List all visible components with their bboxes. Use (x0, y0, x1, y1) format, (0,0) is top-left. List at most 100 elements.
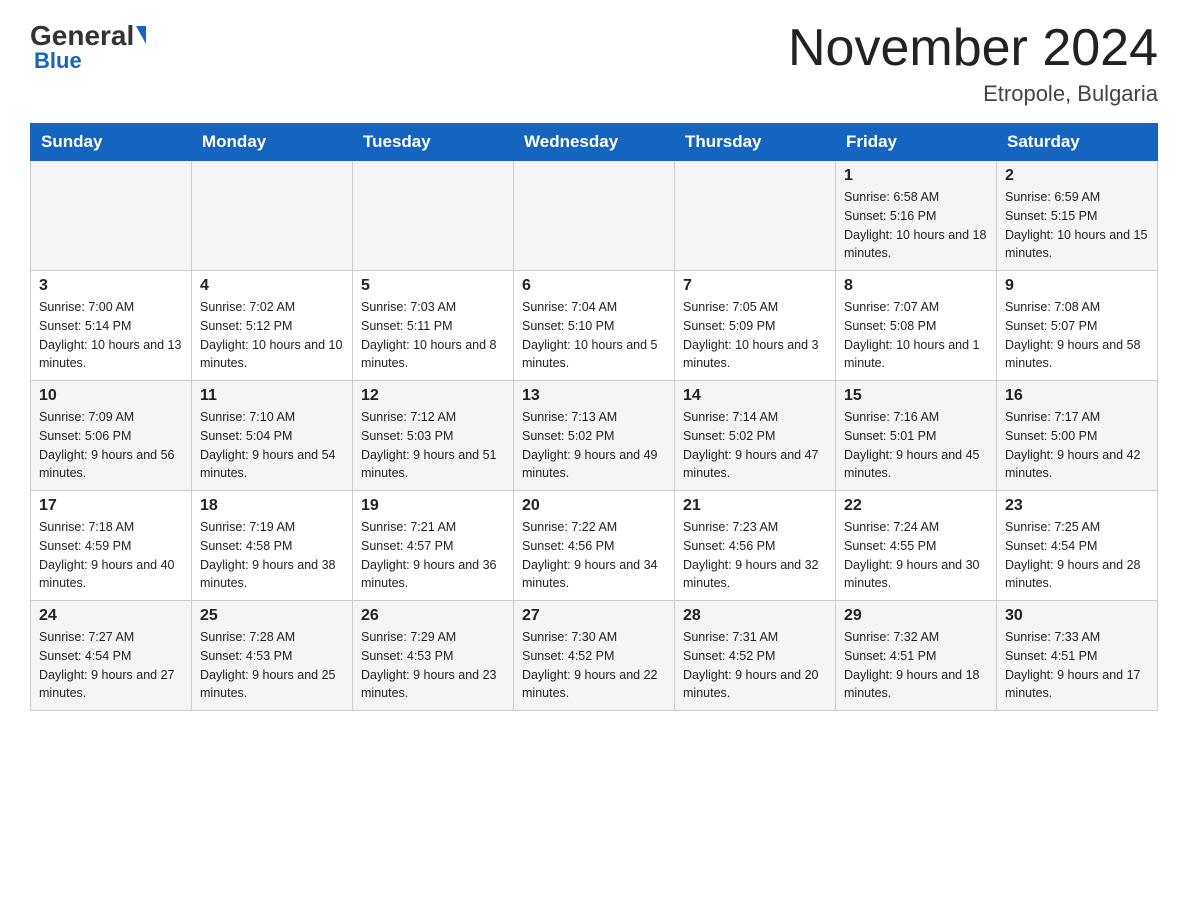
day-info: Sunrise: 7:00 AMSunset: 5:14 PMDaylight:… (39, 298, 183, 373)
day-number: 27 (522, 607, 666, 625)
calendar-cell: 7 Sunrise: 7:05 AMSunset: 5:09 PMDaylight… (675, 271, 836, 381)
day-info: Sunrise: 7:33 AMSunset: 4:51 PMDaylight:… (1005, 628, 1149, 703)
day-number: 21 (683, 497, 827, 515)
day-info: Sunrise: 7:12 AMSunset: 5:03 PMDaylight:… (361, 408, 505, 483)
calendar-cell: 15 Sunrise: 7:16 AMSunset: 5:01 PMDayligh… (836, 381, 997, 491)
day-number: 13 (522, 387, 666, 405)
day-number: 6 (522, 277, 666, 295)
calendar-cell: 10 Sunrise: 7:09 AMSunset: 5:06 PMDayligh… (31, 381, 192, 491)
calendar-cell (675, 161, 836, 271)
day-info: Sunrise: 7:32 AMSunset: 4:51 PMDaylight:… (844, 628, 988, 703)
weekday-header: Monday (192, 124, 353, 161)
day-info: Sunrise: 7:07 AMSunset: 5:08 PMDaylight:… (844, 298, 988, 373)
title-block: November 2024 Etropole, Bulgaria (788, 20, 1158, 107)
calendar-week-row: 17 Sunrise: 7:18 AMSunset: 4:59 PMDayligh… (31, 491, 1158, 601)
calendar-header-row: SundayMondayTuesdayWednesdayThursdayFrid… (31, 124, 1158, 161)
calendar-cell: 23Sunrise: 7:25 AMSunset: 4:54 PMDayligh… (997, 491, 1158, 601)
day-number: 7 (683, 277, 827, 295)
calendar-cell: 1 Sunrise: 6:58 AMSunset: 5:16 PMDaylight… (836, 161, 997, 271)
calendar-week-row: 10 Sunrise: 7:09 AMSunset: 5:06 PMDayligh… (31, 381, 1158, 491)
logo: General Blue (30, 20, 146, 74)
day-info: Sunrise: 7:02 AMSunset: 5:12 PMDaylight:… (200, 298, 344, 373)
logo-triangle-icon (136, 26, 146, 44)
day-number: 1 (844, 167, 988, 185)
day-info: Sunrise: 7:21 AMSunset: 4:57 PMDaylight:… (361, 518, 505, 593)
calendar-cell (31, 161, 192, 271)
day-info: Sunrise: 6:58 AMSunset: 5:16 PMDaylight:… (844, 188, 988, 263)
calendar-cell: 11Sunrise: 7:10 AMSunset: 5:04 PMDayligh… (192, 381, 353, 491)
day-info: Sunrise: 7:17 AMSunset: 5:00 PMDaylight:… (1005, 408, 1149, 483)
day-number: 3 (39, 277, 183, 295)
calendar-cell: 2 Sunrise: 6:59 AMSunset: 5:15 PMDaylight… (997, 161, 1158, 271)
calendar-cell: 24 Sunrise: 7:27 AMSunset: 4:54 PMDayligh… (31, 601, 192, 711)
day-info: Sunrise: 7:03 AMSunset: 5:11 PMDaylight:… (361, 298, 505, 373)
calendar-cell: 26 Sunrise: 7:29 AMSunset: 4:53 PMDayligh… (353, 601, 514, 711)
calendar-week-row: 1 Sunrise: 6:58 AMSunset: 5:16 PMDaylight… (31, 161, 1158, 271)
day-info: Sunrise: 7:28 AMSunset: 4:53 PMDaylight:… (200, 628, 344, 703)
day-number: 12 (361, 387, 505, 405)
day-info: Sunrise: 7:30 AMSunset: 4:52 PMDaylight:… (522, 628, 666, 703)
day-info: Sunrise: 7:09 AMSunset: 5:06 PMDaylight:… (39, 408, 183, 483)
calendar-cell (192, 161, 353, 271)
day-info: Sunrise: 7:05 AMSunset: 5:09 PMDaylight:… (683, 298, 827, 373)
calendar-cell: 28Sunrise: 7:31 AMSunset: 4:52 PMDayligh… (675, 601, 836, 711)
calendar-cell: 13 Sunrise: 7:13 AMSunset: 5:02 PMDayligh… (514, 381, 675, 491)
day-info: Sunrise: 6:59 AMSunset: 5:15 PMDaylight:… (1005, 188, 1149, 263)
day-number: 24 (39, 607, 183, 625)
calendar-cell: 14Sunrise: 7:14 AMSunset: 5:02 PMDayligh… (675, 381, 836, 491)
calendar-cell: 8 Sunrise: 7:07 AMSunset: 5:08 PMDaylight… (836, 271, 997, 381)
day-info: Sunrise: 7:27 AMSunset: 4:54 PMDaylight:… (39, 628, 183, 703)
day-number: 4 (200, 277, 344, 295)
day-info: Sunrise: 7:24 AMSunset: 4:55 PMDaylight:… (844, 518, 988, 593)
calendar-cell: 16 Sunrise: 7:17 AMSunset: 5:00 PMDayligh… (997, 381, 1158, 491)
day-number: 26 (361, 607, 505, 625)
day-number: 19 (361, 497, 505, 515)
calendar-cell: 9 Sunrise: 7:08 AMSunset: 5:07 PMDaylight… (997, 271, 1158, 381)
weekday-header: Sunday (31, 124, 192, 161)
calendar-cell: 12 Sunrise: 7:12 AMSunset: 5:03 PMDayligh… (353, 381, 514, 491)
calendar-cell (353, 161, 514, 271)
day-number: 8 (844, 277, 988, 295)
weekday-header: Wednesday (514, 124, 675, 161)
calendar-cell: 25Sunrise: 7:28 AMSunset: 4:53 PMDayligh… (192, 601, 353, 711)
weekday-header: Tuesday (353, 124, 514, 161)
calendar-cell: 17 Sunrise: 7:18 AMSunset: 4:59 PMDayligh… (31, 491, 192, 601)
day-info: Sunrise: 7:16 AMSunset: 5:01 PMDaylight:… (844, 408, 988, 483)
day-number: 10 (39, 387, 183, 405)
day-number: 30 (1005, 607, 1149, 625)
calendar-cell: 6Sunrise: 7:04 AMSunset: 5:10 PMDaylight… (514, 271, 675, 381)
day-info: Sunrise: 7:23 AMSunset: 4:56 PMDaylight:… (683, 518, 827, 593)
day-info: Sunrise: 7:22 AMSunset: 4:56 PMDaylight:… (522, 518, 666, 593)
calendar-cell: 29 Sunrise: 7:32 AMSunset: 4:51 PMDayligh… (836, 601, 997, 711)
calendar-cell: 4 Sunrise: 7:02 AMSunset: 5:12 PMDaylight… (192, 271, 353, 381)
day-info: Sunrise: 7:18 AMSunset: 4:59 PMDaylight:… (39, 518, 183, 593)
location-text: Etropole, Bulgaria (788, 81, 1158, 107)
weekday-header: Friday (836, 124, 997, 161)
day-number: 28 (683, 607, 827, 625)
day-number: 18 (200, 497, 344, 515)
day-info: Sunrise: 7:29 AMSunset: 4:53 PMDaylight:… (361, 628, 505, 703)
calendar-cell: 30 Sunrise: 7:33 AMSunset: 4:51 PMDayligh… (997, 601, 1158, 711)
day-number: 29 (844, 607, 988, 625)
day-info: Sunrise: 7:08 AMSunset: 5:07 PMDaylight:… (1005, 298, 1149, 373)
day-number: 20 (522, 497, 666, 515)
day-info: Sunrise: 7:19 AMSunset: 4:58 PMDaylight:… (200, 518, 344, 593)
calendar-table: SundayMondayTuesdayWednesdayThursdayFrid… (30, 123, 1158, 711)
calendar-cell: 21 Sunrise: 7:23 AMSunset: 4:56 PMDayligh… (675, 491, 836, 601)
day-number: 9 (1005, 277, 1149, 295)
calendar-cell: 27 Sunrise: 7:30 AMSunset: 4:52 PMDayligh… (514, 601, 675, 711)
day-number: 23 (1005, 497, 1149, 515)
calendar-cell: 5Sunrise: 7:03 AMSunset: 5:11 PMDaylight… (353, 271, 514, 381)
day-number: 15 (844, 387, 988, 405)
day-number: 2 (1005, 167, 1149, 185)
weekday-header: Thursday (675, 124, 836, 161)
calendar-week-row: 24 Sunrise: 7:27 AMSunset: 4:54 PMDayligh… (31, 601, 1158, 711)
calendar-week-row: 3 Sunrise: 7:00 AMSunset: 5:14 PMDaylight… (31, 271, 1158, 381)
day-info: Sunrise: 7:13 AMSunset: 5:02 PMDaylight:… (522, 408, 666, 483)
logo-blue-text: Blue (34, 48, 82, 74)
calendar-cell: 18 Sunrise: 7:19 AMSunset: 4:58 PMDayligh… (192, 491, 353, 601)
day-number: 16 (1005, 387, 1149, 405)
day-number: 17 (39, 497, 183, 515)
day-number: 11 (200, 387, 344, 405)
day-number: 22 (844, 497, 988, 515)
